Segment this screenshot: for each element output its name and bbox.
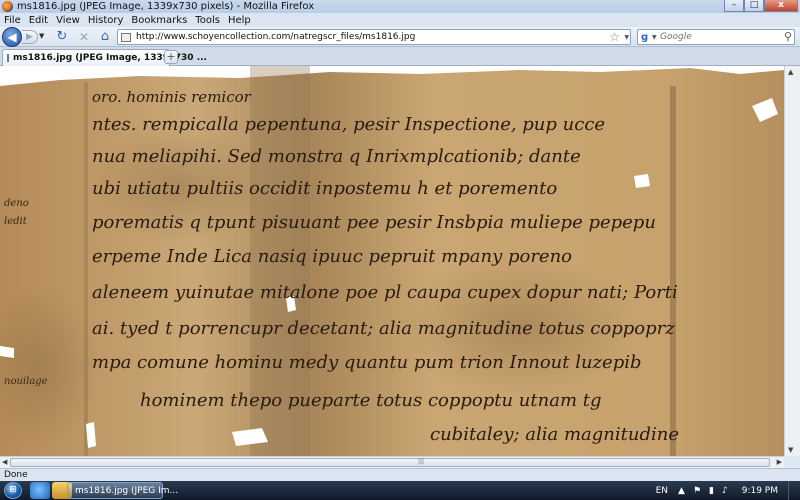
- manuscript-image: oro. hominis remicor ntes. rempicalla pe…: [0, 66, 784, 456]
- network-icon[interactable]: ▮: [709, 486, 714, 496]
- google-engine-icon[interactable]: g: [641, 31, 648, 44]
- clock[interactable]: 9:19 PM: [742, 486, 778, 496]
- tab-strip: ms1816.jpg (JPEG Image, 1339x730 ... +: [0, 47, 800, 66]
- stop-icon: ✕: [78, 30, 90, 44]
- vertical-scrollbar[interactable]: ▲ ▼: [784, 66, 800, 456]
- tray-expand-icon[interactable]: ▲: [678, 486, 685, 496]
- margin-note: nouilage: [4, 376, 48, 387]
- home-icon: ⌂: [100, 29, 110, 44]
- menu-view[interactable]: View: [52, 15, 84, 26]
- window-controls: – □ x: [724, 0, 798, 12]
- status-text: Done: [4, 470, 28, 480]
- address-bar[interactable]: ☆ ▼: [117, 29, 631, 45]
- manuscript-line: mpa comune hominu medy quantu pum trion …: [92, 352, 642, 373]
- scroll-up-icon[interactable]: ▲: [788, 68, 793, 76]
- menu-edit[interactable]: Edit: [25, 15, 52, 26]
- reload-icon: ↻: [56, 29, 68, 44]
- action-center-icon[interactable]: ⚑: [693, 486, 701, 496]
- language-indicator[interactable]: EN: [656, 486, 668, 496]
- back-button[interactable]: ◀: [2, 27, 22, 47]
- system-tray: EN ▲ ⚑ ▮ ♪ 9:19 PM: [656, 481, 796, 500]
- url-input[interactable]: [136, 30, 596, 44]
- scroll-right-icon[interactable]: ▶: [777, 458, 782, 466]
- manuscript-line: cubitaley; alia magnitudine: [430, 424, 679, 445]
- start-button[interactable]: ⊞: [4, 482, 22, 499]
- scroll-left-icon[interactable]: ◀: [2, 458, 7, 466]
- manuscript-line: ubi utiatu pultiis occidit inpostemu h e…: [92, 178, 557, 199]
- site-identity-icon[interactable]: [121, 33, 131, 42]
- margin-note: ledit: [4, 216, 28, 227]
- search-box[interactable]: g ▼ ⚲: [637, 29, 795, 45]
- title-bar[interactable]: ms1816.jpg (JPEG Image, 1339x730 pixels)…: [0, 0, 800, 13]
- horizontal-scroll-thumb[interactable]: [10, 458, 770, 467]
- manuscript-line: ai. tyed t porrencupr decetant; alia mag…: [92, 318, 675, 339]
- back-arrow-icon: ◀: [7, 30, 17, 44]
- taskbar: ⊞ ms1816.jpg (JPEG Im... EN ▲ ⚑ ▮ ♪ 9:19…: [0, 481, 800, 500]
- manuscript-line: erpeme Inde Lica nasiq ipuuc pepruit mpa…: [92, 246, 572, 267]
- volume-icon[interactable]: ♪: [722, 486, 728, 496]
- menu-history[interactable]: History: [84, 15, 128, 26]
- margin-note: deno: [4, 198, 29, 209]
- window-title: ms1816.jpg (JPEG Image, 1339x730 pixels)…: [17, 1, 315, 12]
- menu-tools[interactable]: Tools: [191, 15, 224, 26]
- engine-dropdown-icon[interactable]: ▼: [652, 34, 657, 41]
- manuscript-line: hominem thepo pueparte totus coppoptu ut…: [140, 390, 602, 411]
- status-bar: Done: [0, 468, 800, 481]
- reload-button[interactable]: ↻: [54, 29, 70, 45]
- bookmark-star-icon[interactable]: ☆: [609, 30, 620, 44]
- forward-button[interactable]: ▶: [22, 30, 38, 44]
- browser-window: ms1816.jpg (JPEG Image, 1339x730 pixels)…: [0, 0, 800, 481]
- taskbar-firefox-button[interactable]: ms1816.jpg (JPEG Im...: [67, 482, 178, 499]
- new-tab-button[interactable]: +: [164, 50, 178, 64]
- menu-file[interactable]: File: [0, 15, 25, 26]
- manuscript-line: oro. hominis remicor: [92, 88, 252, 106]
- manuscript-line: nua meliapihi. Sed monstra q Inrixmplcat…: [92, 146, 581, 167]
- manuscript-line: aleneem yuinutae mitalone poe pl caupa c…: [92, 282, 678, 303]
- forward-arrow-icon: ▶: [26, 32, 33, 42]
- internet-explorer-icon[interactable]: [30, 482, 50, 499]
- taskbar-firefox-label: ms1816.jpg (JPEG Im...: [75, 485, 179, 496]
- url-dropdown-icon[interactable]: ▼: [624, 34, 629, 41]
- show-desktop-button[interactable]: [788, 481, 796, 500]
- scroll-grip-icon: |||: [418, 458, 425, 465]
- close-button[interactable]: x: [764, 0, 798, 12]
- image-tab-icon: [7, 54, 9, 62]
- tab-ms1816[interactable]: ms1816.jpg (JPEG Image, 1339x730 ...: [2, 49, 207, 66]
- horizontal-scrollbar[interactable]: ◀ ||| ▶: [0, 456, 784, 468]
- minimize-button[interactable]: –: [724, 0, 744, 12]
- menu-bookmarks[interactable]: Bookmarks: [127, 15, 191, 26]
- home-button[interactable]: ⌂: [97, 29, 113, 45]
- navigation-toolbar: ◀ ▶ ▼ ↻ ✕ ⌂ ☆ ▼ g ▼ ⚲: [0, 27, 800, 47]
- search-icon[interactable]: ⚲: [784, 30, 792, 44]
- maximize-button[interactable]: □: [744, 0, 764, 12]
- history-dropdown-icon[interactable]: ▼: [39, 32, 44, 40]
- windows-logo-icon: ⊞: [9, 485, 17, 495]
- scroll-down-icon[interactable]: ▼: [788, 446, 793, 454]
- manuscript-line: porematis q tpunt pisuuant pee pesir Ins…: [92, 212, 656, 233]
- search-input[interactable]: [660, 30, 778, 44]
- manuscript-line: ntes. rempicalla pepentuna, pesir Inspec…: [92, 114, 605, 135]
- stop-button[interactable]: ✕: [76, 29, 92, 45]
- image-viewport[interactable]: oro. hominis remicor ntes. rempicalla pe…: [0, 66, 784, 456]
- firefox-icon: [2, 1, 13, 12]
- menu-help[interactable]: Help: [224, 15, 255, 26]
- menu-bar: File Edit View History Bookmarks Tools H…: [0, 13, 800, 27]
- plus-icon: +: [166, 50, 176, 63]
